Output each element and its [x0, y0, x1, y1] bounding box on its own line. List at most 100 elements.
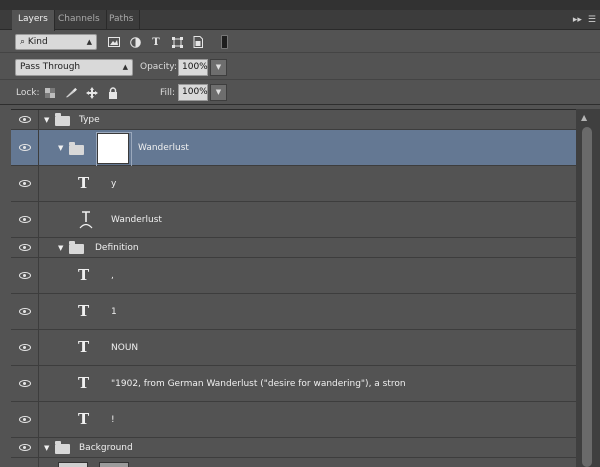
- layer-text-y[interactable]: T y: [11, 166, 576, 202]
- image-filter-icon[interactable]: [108, 36, 120, 48]
- type-filter-icon[interactable]: T: [150, 36, 162, 48]
- blend-mode-select[interactable]: Pass Through ▲: [15, 59, 133, 76]
- lock-label: Lock:: [16, 88, 40, 98]
- layer-thumbnail: [96, 132, 132, 167]
- layer-name: Definition: [95, 243, 139, 253]
- eye-icon: [18, 444, 31, 451]
- layer-name: NOUN: [111, 343, 139, 353]
- expand-triangle-icon[interactable]: ▼: [44, 116, 49, 124]
- eye-icon: [18, 380, 31, 387]
- filter-toggle-switch[interactable]: [221, 35, 228, 49]
- layer-group-type[interactable]: ▼ Type: [11, 110, 576, 130]
- kind-dropdown-arrow-icon: ▲: [86, 38, 92, 46]
- folder-icon: [69, 142, 84, 155]
- scrollbar-thumb[interactable]: [582, 127, 592, 467]
- layer-name: 1: [111, 307, 117, 317]
- layers-scrollbar[interactable]: ▲: [576, 109, 600, 467]
- text-layer-icon: T: [78, 410, 90, 428]
- layer-wanderlust-smart[interactable]: ▼ Wanderlust: [11, 130, 576, 167]
- visibility-toggle[interactable]: [11, 294, 39, 329]
- lock-all-icon[interactable]: [107, 87, 119, 99]
- visibility-toggle[interactable]: [11, 202, 39, 237]
- eye-icon: [18, 144, 31, 151]
- expand-triangle-icon[interactable]: ▼: [58, 244, 63, 252]
- visibility-toggle[interactable]: [11, 402, 39, 437]
- layer-text-noun[interactable]: T NOUN: [11, 330, 576, 366]
- opacity-input[interactable]: 100%: [178, 59, 208, 76]
- layer-mask-thumbnail: [99, 462, 129, 467]
- expand-triangle-icon[interactable]: ▼: [58, 144, 63, 152]
- visibility-toggle[interactable]: [11, 438, 39, 457]
- layer-text-exclamation[interactable]: T !: [11, 402, 576, 438]
- opacity-dropdown-icon[interactable]: ▼: [210, 59, 227, 76]
- adjustment-filter-icon[interactable]: [129, 36, 141, 48]
- top-strip: [0, 0, 600, 10]
- opacity-label: Opacity:: [140, 62, 177, 72]
- panel-tab-bar: Layers Channels Paths ▸▸ ☰: [0, 10, 600, 31]
- layer-partial-row[interactable]: [11, 458, 576, 467]
- visibility-toggle[interactable]: [11, 166, 39, 201]
- text-layer-icon: T: [78, 374, 90, 392]
- eye-icon: [18, 272, 31, 279]
- fill-dropdown-icon[interactable]: ▼: [210, 84, 227, 101]
- expand-triangle-icon[interactable]: ▼: [44, 444, 49, 452]
- visibility-toggle[interactable]: [11, 366, 39, 401]
- kind-filter-select[interactable]: ⌕ Kind ▲: [15, 34, 97, 50]
- lock-image-icon[interactable]: [65, 87, 77, 99]
- layer-name: Wanderlust: [138, 143, 189, 153]
- folder-icon: [69, 241, 84, 254]
- layer-group-background[interactable]: ▼ Background: [11, 438, 576, 458]
- text-layer-icon: T: [78, 266, 90, 284]
- layer-name: y: [111, 179, 117, 189]
- lock-position-icon[interactable]: [86, 87, 98, 99]
- kind-filter-label: Kind: [27, 37, 48, 47]
- layer-name: "1902, from German Wanderlust ("desire f…: [111, 379, 406, 389]
- tab-channels[interactable]: Channels: [52, 10, 107, 30]
- eye-icon: [18, 180, 31, 187]
- visibility-toggle[interactable]: [11, 130, 39, 165]
- eye-icon: [18, 308, 31, 315]
- layer-group-definition[interactable]: ▼ Definition: [11, 238, 576, 258]
- layer-name: !: [111, 415, 115, 425]
- visibility-toggle[interactable]: [11, 330, 39, 365]
- layer-name: ,: [111, 271, 114, 281]
- eye-icon: [18, 216, 31, 223]
- collapse-panel-icon[interactable]: ▸▸: [573, 15, 582, 25]
- tab-paths[interactable]: Paths: [103, 10, 141, 30]
- blend-dropdown-arrow-icon: ▲: [122, 63, 128, 71]
- visibility-toggle[interactable]: [11, 238, 39, 257]
- fill-input[interactable]: 100%: [178, 84, 208, 101]
- layer-name: Type: [79, 115, 100, 125]
- lock-transparent-icon[interactable]: [44, 87, 56, 99]
- layer-name: Wanderlust: [111, 215, 162, 225]
- layer-text-definition[interactable]: T "1902, from German Wanderlust ("desire…: [11, 366, 576, 402]
- filter-bar: ⌕ Kind ▲ T: [0, 31, 600, 53]
- visibility-toggle[interactable]: [11, 110, 39, 129]
- blend-bar: Pass Through ▲ Opacity: 100% ▼: [0, 56, 600, 80]
- text-layer-icon: T: [78, 302, 90, 320]
- layer-text-comma[interactable]: T ,: [11, 258, 576, 294]
- layer-name: Background: [79, 443, 133, 453]
- folder-icon: [55, 441, 70, 454]
- scroll-up-arrow-icon[interactable]: ▲: [581, 113, 587, 122]
- smart-object-filter-icon[interactable]: [192, 36, 204, 48]
- visibility-toggle[interactable]: [11, 258, 39, 293]
- layer-warptext-wanderlust[interactable]: Wanderlust: [11, 202, 576, 238]
- layer-thumbnail: [58, 462, 88, 467]
- tab-layers[interactable]: Layers: [12, 10, 55, 31]
- layer-text-1[interactable]: T 1: [11, 294, 576, 330]
- blend-mode-value: Pass Through: [20, 62, 81, 72]
- shape-filter-icon[interactable]: [171, 36, 183, 48]
- visibility-toggle[interactable]: [11, 458, 39, 467]
- warped-text-icon: [79, 211, 93, 229]
- eye-icon: [18, 244, 31, 251]
- eye-icon: [18, 416, 31, 423]
- fill-label: Fill:: [160, 88, 176, 98]
- eye-icon: [18, 116, 31, 123]
- text-layer-icon: T: [78, 338, 90, 356]
- layers-list: ▼ Type ▼ Wanderlust T y Wanderlust ▼ Def…: [11, 109, 576, 467]
- search-icon: ⌕: [20, 37, 28, 47]
- folder-icon: [55, 113, 70, 126]
- lock-bar: Lock: Fill: 100% ▼: [0, 81, 600, 105]
- panel-menu-icon[interactable]: ☰: [588, 15, 596, 25]
